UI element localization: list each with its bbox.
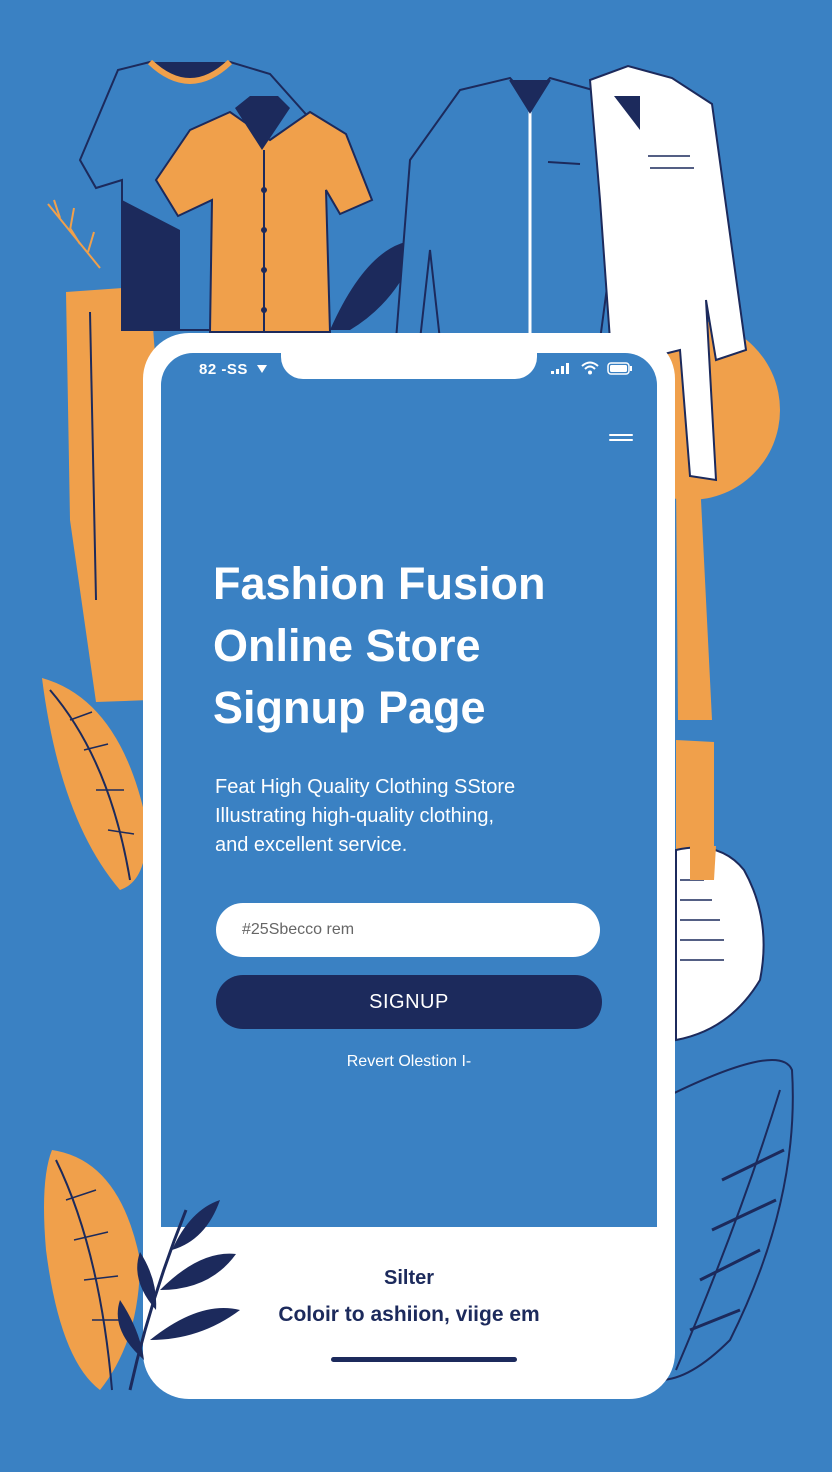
email-input[interactable] [216,903,600,957]
page-subtitle: Feat High Quality Clothing SStore Illust… [215,773,615,860]
bottom-left-leaf-illustration [44,1150,140,1391]
page-title: Fashion Fusion Online Store Signup Page [213,553,633,739]
sprig-illustration [47,199,101,269]
menu-line-top [609,434,633,436]
orange-bag-decoration [676,740,714,860]
sneaker-illustration [675,846,765,1042]
page-subtitle-line: Illustrating high-quality clothing, [215,805,495,827]
page-subtitle-line: and excellent service. [215,834,408,856]
signup-button[interactable]: SIGNUP [216,975,602,1029]
left-leaf-illustration [42,678,147,890]
page-subtitle-line: Feat High Quality Clothing SStore [215,776,516,798]
brown-pants-decoration [676,480,712,720]
hamburger-menu-icon[interactable] [609,431,633,447]
page-title-line: Signup Page [213,682,486,733]
footer-tagline: Coloir to ashiion, viige em [278,1303,540,1326]
phone-notch [281,353,537,379]
location-arrow-icon [256,365,267,373]
menu-line-bottom [609,439,633,441]
status-time: 82 -SS [199,361,268,378]
page-title-line: Online Store [213,620,481,671]
battery-icon [607,361,632,375]
phone-screen: 82 -SS Fashion Fusion Online Store Signu… [161,353,657,1227]
page-title-line: Fashion Fusion [213,558,546,609]
right-leaf-illustration [659,1059,794,1382]
status-icons [551,361,633,375]
status-time-text: 82 -SS [199,361,248,378]
revert-link[interactable]: Revert Olestion I- [161,1053,657,1071]
signal-icon [551,363,569,374]
wifi-icon [581,361,599,375]
home-indicator [331,1357,517,1362]
phone-mockup: 82 -SS Fashion Fusion Online Store Signu… [143,333,675,1399]
footer: Silter Coloir to ashiion, viige em [161,1227,657,1377]
footer-title: Silter [383,1267,435,1289]
